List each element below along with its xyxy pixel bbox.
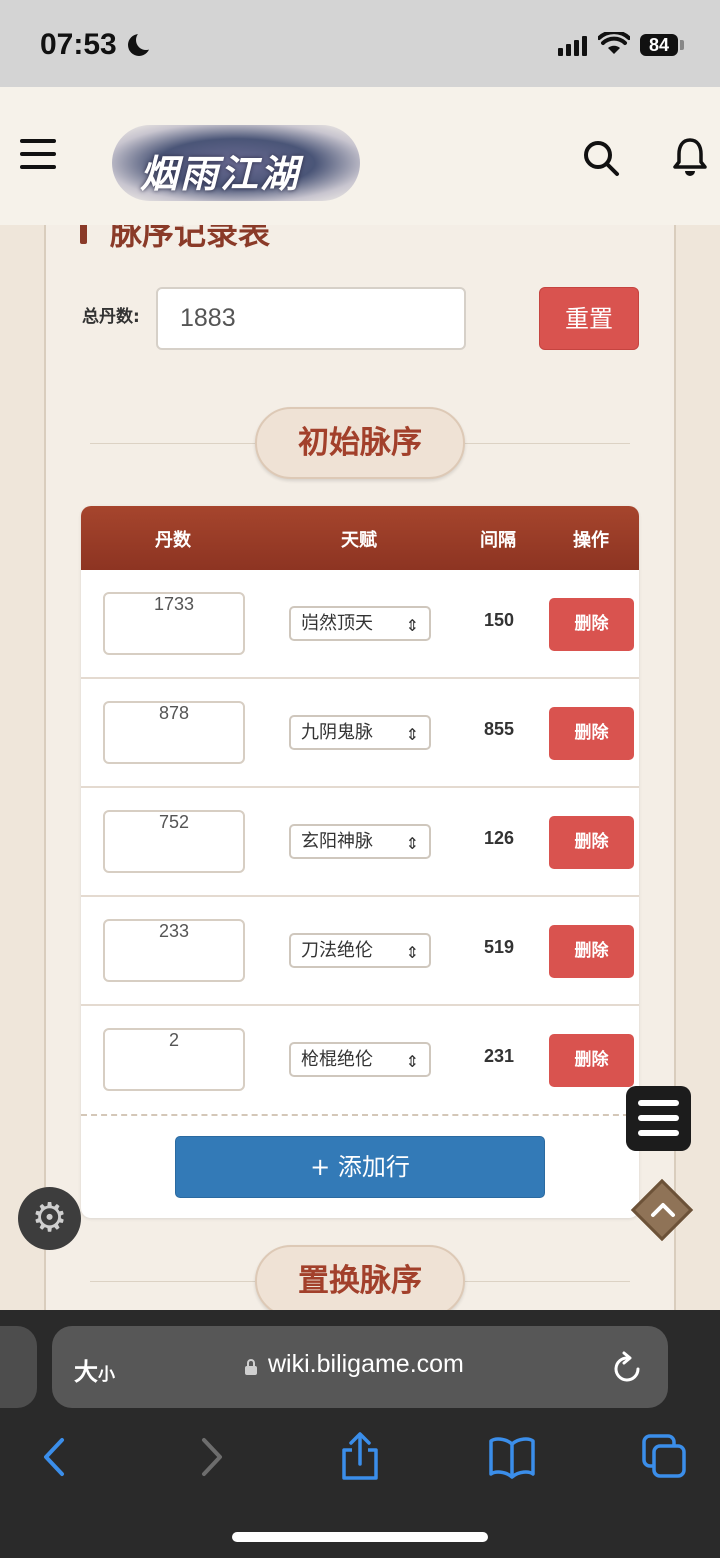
initial-sequence-title: 初始脉序	[255, 407, 465, 479]
delete-button[interactable]: 删除	[549, 707, 634, 760]
header-dan: 丹数	[155, 530, 191, 551]
add-row-button[interactable]: + 添加行	[175, 1136, 545, 1198]
aa-big: 大	[74, 1358, 98, 1386]
delete-button[interactable]: 删除	[549, 598, 634, 651]
updown-chevron-icon: ⇕	[405, 834, 419, 853]
address-bar[interactable]: 大小 wiki.biligame.com	[52, 1326, 668, 1408]
talent-select[interactable]: 枪棍绝伦 ⇕	[289, 1042, 431, 1077]
back-icon[interactable]	[30, 1432, 80, 1482]
tabs-icon[interactable]	[640, 1432, 690, 1482]
table-header: 丹数 天赋 间隔 操作	[81, 506, 639, 570]
replace-sequence-title: 置换脉序	[255, 1245, 465, 1317]
moon-icon	[128, 30, 156, 56]
search-icon[interactable]	[582, 139, 620, 177]
table-row: 1733 岿然顶天 ⇕ 150 删除	[81, 570, 639, 679]
url-text: wiki.biligame.com	[268, 1350, 464, 1378]
header-gap: 间隔	[480, 530, 516, 551]
total-dan-label: 总丹数:	[82, 307, 140, 327]
dan-input[interactable]: 752	[103, 810, 245, 873]
talent-value: 九阴鬼脉	[301, 722, 373, 743]
talent-select[interactable]: 刀法绝伦 ⇕	[289, 933, 431, 968]
gap-value: 126	[483, 828, 515, 848]
updown-chevron-icon: ⇕	[405, 616, 419, 635]
table-of-contents-icon[interactable]	[626, 1086, 691, 1151]
status-bar: 07:53 84	[0, 0, 720, 87]
sequence-table: 丹数 天赋 间隔 操作 1733 岿然顶天 ⇕ 150 删除 878 九阴鬼脉 ⇕ …	[81, 506, 639, 1218]
reset-button[interactable]: 重置	[539, 287, 639, 350]
share-icon[interactable]	[335, 1432, 385, 1482]
lock-icon	[245, 1359, 257, 1375]
heading-accent-bar	[80, 222, 87, 244]
delete-button[interactable]: 删除	[549, 925, 634, 978]
battery-tip	[680, 40, 684, 50]
logo-text: 烟雨江湖	[140, 151, 301, 196]
dan-input[interactable]: 878	[103, 701, 245, 764]
dashed-divider	[81, 1114, 639, 1116]
home-indicator	[232, 1532, 488, 1542]
updown-chevron-icon: ⇕	[405, 725, 419, 744]
battery-icon: 84	[640, 34, 678, 56]
previous-tab-preview[interactable]	[0, 1326, 37, 1408]
table-row: 752 玄阳神脉 ⇕ 126 删除	[81, 788, 639, 897]
dan-input[interactable]: 233	[103, 919, 245, 982]
talent-select[interactable]: 九阴鬼脉 ⇕	[289, 715, 431, 750]
talent-select[interactable]: 玄阳神脉 ⇕	[289, 824, 431, 859]
updown-chevron-icon: ⇕	[405, 1052, 419, 1071]
table-row: 878 九阴鬼脉 ⇕ 855 删除	[81, 679, 639, 788]
talent-value: 玄阳神脉	[301, 831, 373, 852]
talent-value: 刀法绝伦	[301, 940, 373, 961]
browser-toolbar: 大小 wiki.biligame.com	[0, 1310, 720, 1558]
header-action: 操作	[573, 530, 609, 551]
forward-icon[interactable]	[186, 1432, 236, 1482]
gear-icon[interactable]: ⚙	[18, 1187, 81, 1250]
reader-text-size-button[interactable]: 大小	[74, 1352, 115, 1387]
header-talent: 天赋	[341, 530, 377, 551]
gap-value: 150	[483, 610, 515, 630]
talent-value: 岿然顶天	[301, 613, 373, 634]
delete-button[interactable]: 删除	[549, 1034, 634, 1087]
delete-button[interactable]: 删除	[549, 816, 634, 869]
gap-value: 231	[483, 1046, 515, 1066]
bookmarks-icon[interactable]	[487, 1432, 537, 1482]
hamburger-menu-icon[interactable]	[20, 139, 56, 171]
table-row: 233 刀法绝伦 ⇕ 519 删除	[81, 897, 639, 1006]
talent-value: 枪棍绝伦	[301, 1049, 373, 1070]
wifi-icon	[598, 32, 630, 54]
gap-value: 519	[483, 937, 515, 957]
dan-input[interactable]: 2	[103, 1028, 245, 1091]
site-header: 烟雨江湖	[0, 87, 720, 225]
bell-icon[interactable]	[672, 137, 708, 177]
status-time: 07:53	[40, 28, 117, 61]
dan-input[interactable]: 1733	[103, 592, 245, 655]
gap-value: 855	[483, 719, 515, 739]
reload-icon[interactable]	[612, 1350, 644, 1384]
updown-chevron-icon: ⇕	[405, 943, 419, 962]
total-dan-input[interactable]: 1883	[156, 287, 466, 350]
table-row: 2 枪棍绝伦 ⇕ 231 删除	[81, 1006, 639, 1115]
chevron-up-icon	[651, 1203, 675, 1217]
aa-small: 小	[98, 1365, 115, 1385]
talent-select[interactable]: 岿然顶天 ⇕	[289, 606, 431, 641]
